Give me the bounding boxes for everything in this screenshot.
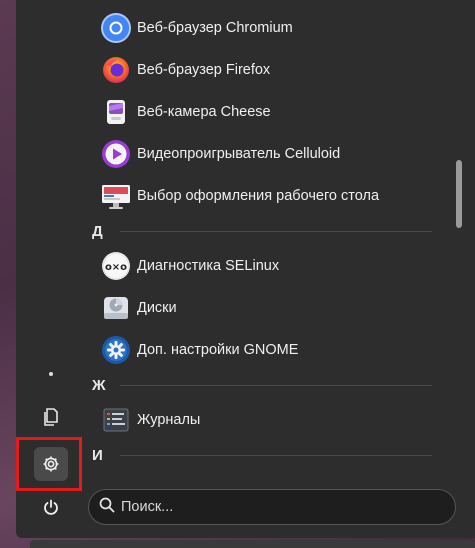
app-item-disks[interactable]: Диски — [100, 290, 430, 326]
app-label: Доп. настройки GNOME — [137, 342, 299, 358]
app-label: Диски — [137, 300, 177, 316]
home-dot-icon — [47, 370, 55, 378]
app-label: Веб-камера Cheese — [137, 104, 271, 120]
gnome-tweaks-icon — [100, 334, 132, 366]
disks-icon — [100, 292, 132, 324]
app-label: Видеопроигрыватель Celluloid — [137, 146, 341, 162]
logs-icon — [100, 404, 132, 436]
app-label: Диагностика SELinux — [137, 258, 280, 274]
app-label: Журналы — [137, 412, 201, 428]
app-item-chromium[interactable]: Веб-браузер Chromium — [100, 10, 430, 46]
app-item-celluloid[interactable]: Видеопроигрыватель Celluloid — [100, 136, 430, 172]
section-letter: И — [92, 446, 103, 464]
app-item-selinux[interactable]: o×o Диагностика SELinux — [100, 248, 430, 284]
highlight-box — [16, 437, 82, 491]
cheese-icon — [100, 96, 132, 128]
scrollbar-thumb[interactable] — [456, 160, 462, 228]
selinux-icon: o×o — [100, 250, 132, 282]
app-item-gnome-tweaks[interactable]: Доп. настройки GNOME — [100, 332, 430, 368]
section-letter: Ж — [92, 376, 106, 394]
search-icon — [99, 497, 115, 518]
section-header-d: Д — [92, 221, 432, 241]
section-header-zh: Ж — [92, 375, 432, 395]
desktop-theme-icon — [100, 180, 132, 212]
firefox-icon — [100, 54, 132, 86]
celluloid-icon — [100, 138, 132, 170]
chromium-icon — [100, 12, 132, 44]
documents-icon — [43, 408, 59, 426]
app-item-logs[interactable]: Журналы — [100, 402, 430, 438]
app-label: Веб-браузер Firefox — [137, 62, 271, 78]
search-input[interactable]: Поиск... — [121, 499, 173, 515]
app-item-cheese[interactable]: Веб-камера Cheese — [100, 94, 430, 130]
svg-text:o×o: o×o — [105, 262, 127, 273]
section-divider — [120, 230, 432, 232]
window-edge — [30, 540, 475, 548]
app-label: Веб-браузер Chromium — [137, 20, 293, 36]
sidebar-item-power[interactable] — [34, 490, 68, 524]
section-divider — [120, 454, 432, 456]
section-divider — [120, 384, 432, 386]
sidebar-item-documents[interactable] — [34, 400, 68, 434]
section-header-i: И — [92, 445, 432, 465]
app-label: Выбор оформления рабочего стола — [137, 188, 380, 204]
section-letter: Д — [92, 222, 103, 240]
app-item-firefox[interactable]: Веб-браузер Firefox — [100, 52, 430, 88]
power-icon — [43, 499, 59, 515]
app-item-desktop-theme[interactable]: Выбор оформления рабочего стола — [100, 178, 430, 214]
search-field[interactable]: Поиск... — [88, 489, 456, 525]
sidebar-item-home[interactable] — [34, 357, 68, 391]
